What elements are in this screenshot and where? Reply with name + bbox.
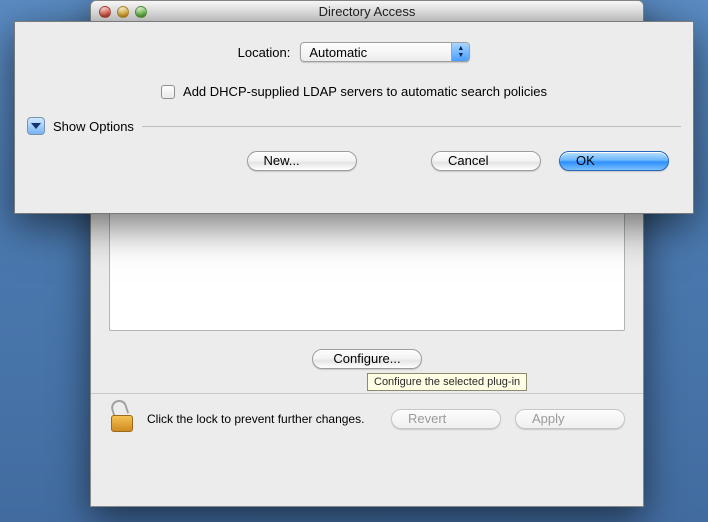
dhcp-checkbox[interactable]	[161, 85, 175, 99]
new-button[interactable]: New...	[247, 151, 357, 171]
minimize-icon[interactable]	[117, 6, 129, 18]
configure-button[interactable]: Configure...	[312, 349, 422, 369]
window-title: Directory Access	[91, 4, 643, 19]
location-value: Automatic	[309, 45, 367, 60]
ldap-options-sheet: Location: Automatic ▲▼ Add DHCP-supplied…	[14, 21, 694, 214]
revert-button[interactable]: Revert	[391, 409, 501, 429]
location-label: Location:	[238, 45, 291, 60]
divider	[142, 126, 681, 127]
apply-button[interactable]: Apply	[515, 409, 625, 429]
location-popup[interactable]: Automatic ▲▼	[300, 42, 470, 62]
cancel-button[interactable]: Cancel	[431, 151, 541, 171]
show-options-disclosure[interactable]	[27, 117, 45, 135]
lock-text: Click the lock to prevent further change…	[147, 412, 381, 426]
configure-tooltip: Configure the selected plug-in	[367, 373, 527, 391]
dhcp-label: Add DHCP-supplied LDAP servers to automa…	[183, 84, 547, 99]
unlocked-padlock-icon[interactable]	[109, 404, 137, 434]
titlebar: Directory Access	[91, 1, 643, 23]
popup-arrows-icon: ▲▼	[451, 43, 469, 61]
zoom-icon[interactable]	[135, 6, 147, 18]
ok-button[interactable]: OK	[559, 151, 669, 171]
close-icon[interactable]	[99, 6, 111, 18]
show-options-label: Show Options	[53, 119, 134, 134]
